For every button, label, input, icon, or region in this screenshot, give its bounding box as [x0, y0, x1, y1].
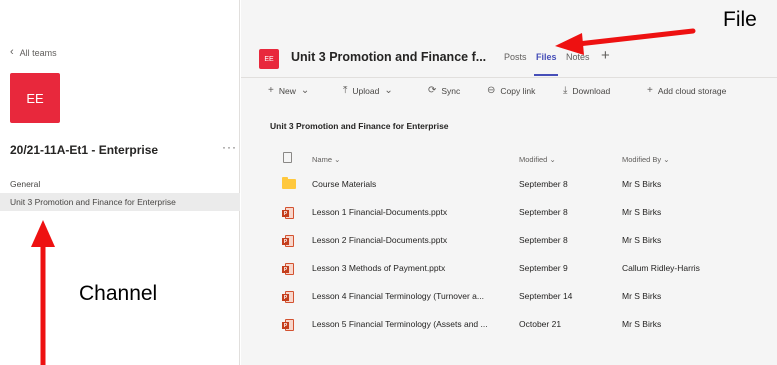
powerpoint-file-icon: P	[282, 235, 294, 248]
team-channel-list: ‹ All teams EE 20/21-11A-Et1 - Enterpris…	[0, 0, 240, 365]
sort-chevron-icon: ⌄	[663, 155, 670, 164]
table-row[interactable]: P Lesson 3 Methods of Payment.pptx Septe…	[241, 256, 777, 284]
channel-title: Unit 3 Promotion and Finance f...	[291, 50, 487, 64]
table-row[interactable]: P Lesson 4 Financial Terminology (Turnov…	[241, 284, 777, 312]
new-button[interactable]: + New ⌄	[268, 85, 309, 96]
folder-icon	[282, 177, 296, 189]
chevron-left-icon: ‹	[10, 46, 14, 58]
powerpoint-file-icon: P	[282, 263, 294, 276]
file-modified-by: Callum Ridley-Harris	[622, 263, 700, 273]
channel-main: EE Unit 3 Promotion and Finance f... Pos…	[241, 0, 777, 365]
powerpoint-file-icon: P	[282, 291, 294, 304]
file-name[interactable]: Course Materials	[312, 179, 376, 189]
tab-posts[interactable]: Posts	[504, 52, 527, 62]
download-button[interactable]: ⤓ Download	[563, 85, 610, 96]
team-name: 20/21-11A-Et1 - Enterprise	[10, 143, 159, 157]
table-row[interactable]: P Lesson 2 Financial-Documents.pptx Sept…	[241, 228, 777, 256]
sync-label: Sync	[441, 85, 461, 96]
channel-header: EE Unit 3 Promotion and Finance f... Pos…	[241, 38, 777, 78]
sort-chevron-icon: ⌄	[549, 155, 556, 164]
team-avatar[interactable]: EE	[10, 73, 60, 123]
upload-icon: ⤒	[343, 85, 348, 96]
powerpoint-file-icon: P	[282, 319, 294, 332]
download-label: Download	[572, 85, 611, 96]
file-name[interactable]: Lesson 4 Financial Terminology (Turnover…	[312, 291, 484, 301]
channel-item-general[interactable]: General	[0, 175, 240, 193]
back-to-all-teams-link[interactable]: ‹ All teams	[10, 47, 57, 58]
file-modified: September 14	[519, 291, 573, 301]
column-name-label: Name	[312, 155, 333, 164]
table-row[interactable]: Course Materials September 8 Mr S Birks	[241, 172, 777, 200]
file-name[interactable]: Lesson 5 Financial Terminology (Assets a…	[312, 319, 488, 329]
file-modified-by: Mr S Birks	[622, 235, 662, 245]
channel-initials: EE	[264, 55, 274, 63]
file-modified: September 9	[519, 263, 568, 273]
file-modified: September 8	[519, 179, 568, 189]
sync-icon: ⟳	[428, 85, 437, 96]
column-name-header[interactable]: Name ⌄	[312, 155, 340, 164]
file-modified-by: Mr S Birks	[622, 207, 662, 217]
table-row[interactable]: P Lesson 5 Financial Terminology (Assets…	[241, 312, 777, 340]
column-modified-by-label: Modified By	[622, 155, 662, 164]
file-name[interactable]: Lesson 1 Financial-Documents.pptx	[312, 207, 447, 217]
column-modified-label: Modified	[519, 155, 548, 164]
plus-icon: +	[647, 85, 653, 96]
file-modified-by: Mr S Birks	[622, 291, 662, 301]
file-modified: September 8	[519, 207, 568, 217]
download-icon: ⤓	[563, 85, 568, 96]
channel-item-unit3[interactable]: Unit 3 Promotion and Finance for Enterpr…	[0, 193, 240, 211]
file-modified: September 8	[519, 235, 568, 245]
file-annotation-label: File	[723, 8, 757, 31]
sync-button[interactable]: ⟳ Sync	[428, 85, 460, 96]
powerpoint-file-icon: P	[282, 207, 294, 220]
copy-link-button[interactable]: ⊖ Copy link	[487, 85, 535, 96]
table-row[interactable]: P Lesson 1 Financial-Documents.pptx Sept…	[241, 200, 777, 228]
upload-label: Upload	[352, 85, 380, 96]
team-initials: EE	[26, 90, 44, 106]
file-modified-by: Mr S Birks	[622, 179, 662, 189]
chevron-down-icon: ⌄	[300, 85, 310, 96]
tab-notes[interactable]: Notes	[566, 52, 590, 62]
channel-avatar: EE	[259, 49, 279, 69]
back-label: All teams	[19, 47, 57, 58]
upload-button[interactable]: ⤒ Upload ⌄	[343, 85, 393, 96]
file-type-header-icon	[283, 152, 292, 163]
channel-label: Unit 3 Promotion and Finance for Enterpr…	[10, 197, 176, 207]
add-tab-button[interactable]: +	[601, 47, 610, 64]
sort-chevron-icon: ⌄	[334, 155, 341, 164]
files-toolbar: + New ⌄ ⤒ Upload ⌄ ⟳ Sync ⊖ Copy link ⤓ …	[241, 79, 777, 103]
file-name[interactable]: Lesson 2 Financial-Documents.pptx	[312, 235, 447, 245]
plus-icon: +	[268, 85, 274, 96]
channel-label: General	[10, 179, 41, 189]
file-modified: October 21	[519, 319, 562, 329]
folder-breadcrumb: Unit 3 Promotion and Finance for Enterpr…	[270, 121, 449, 131]
link-icon: ⊖	[487, 85, 496, 96]
channel-annotation-label: Channel	[79, 282, 158, 305]
file-modified-by: Mr S Birks	[622, 319, 662, 329]
active-tab-indicator	[534, 74, 558, 76]
chevron-down-icon: ⌄	[384, 85, 393, 96]
new-label: New	[278, 85, 296, 96]
file-name[interactable]: Lesson 3 Methods of Payment.pptx	[312, 263, 445, 273]
copy-link-label: Copy link	[500, 85, 536, 96]
column-modified-header[interactable]: Modified ⌄	[519, 155, 556, 164]
more-options-icon[interactable]: ···	[222, 140, 237, 154]
tab-files[interactable]: Files	[536, 52, 557, 62]
add-cloud-storage-button[interactable]: + Add cloud storage	[647, 85, 726, 96]
column-modified-by-header[interactable]: Modified By ⌄	[622, 155, 670, 164]
add-cloud-label: Add cloud storage	[657, 85, 727, 96]
